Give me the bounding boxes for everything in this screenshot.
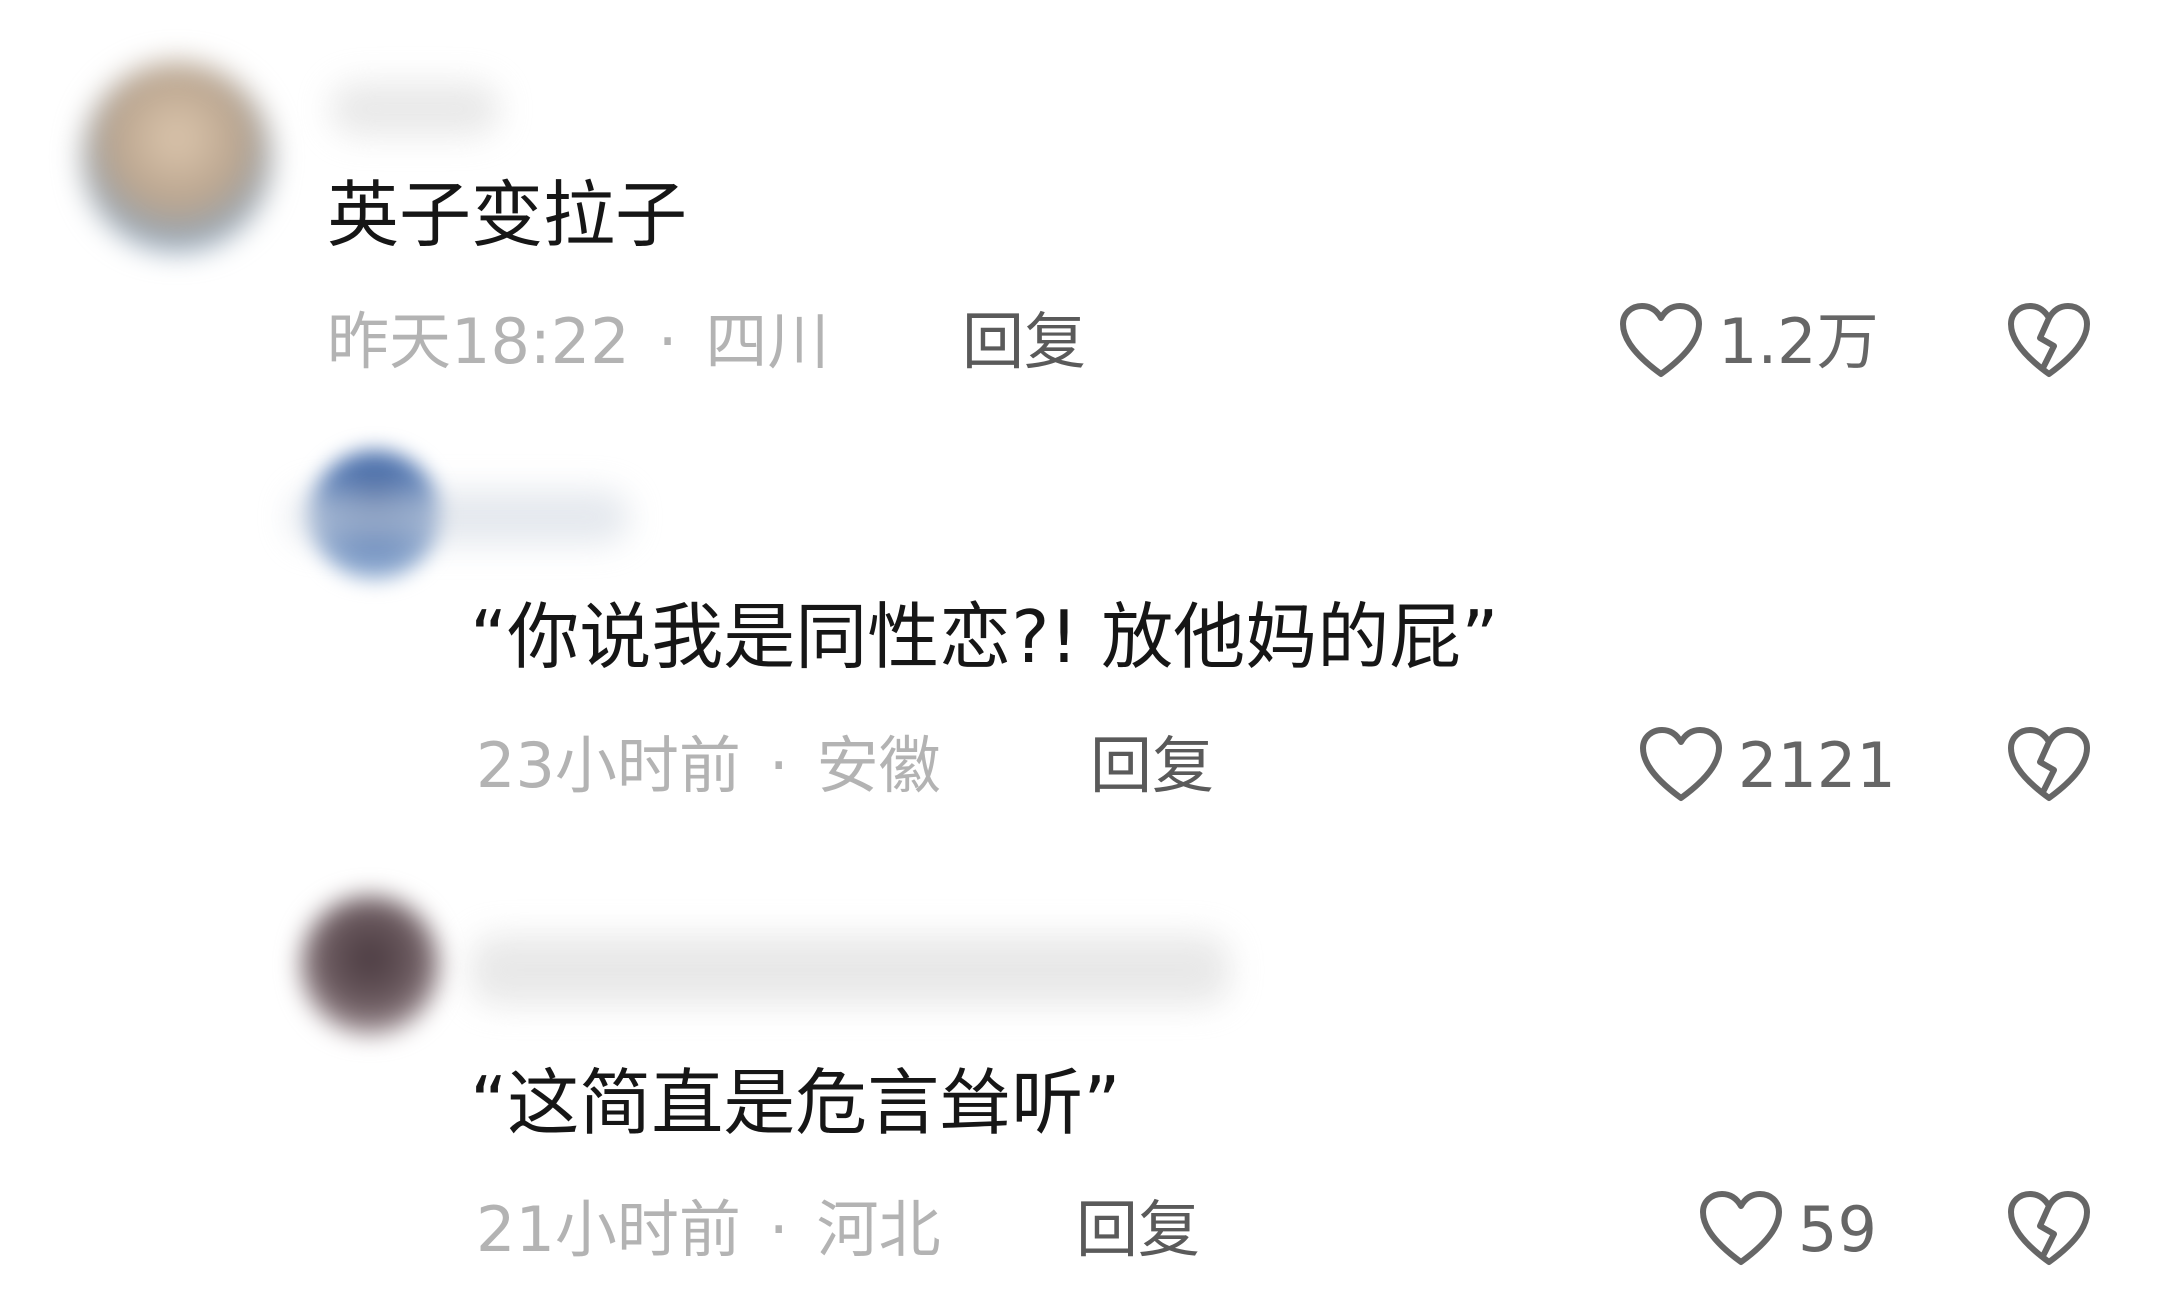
avatar[interactable] bbox=[300, 895, 440, 1035]
comment-location: 安徽 bbox=[816, 729, 941, 802]
comment-text: 英子变拉子 bbox=[327, 173, 688, 257]
comment-meta: 23小时前 · 安徽 bbox=[476, 726, 941, 806]
comment-time: 23小时前 bbox=[476, 729, 741, 802]
dislike-button[interactable] bbox=[2006, 302, 2092, 382]
dislike-button[interactable] bbox=[2006, 1190, 2092, 1270]
meta-separator: · bbox=[768, 1193, 789, 1266]
reply-button[interactable]: 回复 bbox=[1076, 1190, 1200, 1270]
heart-outline-icon bbox=[1638, 726, 1724, 806]
username-redacted bbox=[290, 490, 630, 544]
comment-time: 21小时前 bbox=[476, 1193, 741, 1266]
comment-meta: 昨天18:22 · 四川 bbox=[327, 302, 829, 382]
username-redacted bbox=[470, 935, 1230, 1005]
heart-outline-icon bbox=[1618, 302, 1704, 382]
broken-heart-icon bbox=[2006, 302, 2092, 382]
comment-item: 英子变拉子 昨天18:22 · 四川 回复 1.2万 bbox=[0, 0, 2160, 420]
comment-meta: 21小时前 · 河北 bbox=[476, 1190, 941, 1270]
like-button[interactable]: 59 bbox=[1698, 1190, 1877, 1270]
comment-time: 昨天18:22 bbox=[327, 305, 630, 378]
avatar[interactable] bbox=[82, 62, 272, 252]
meta-separator: · bbox=[657, 305, 678, 378]
like-button[interactable]: 1.2万 bbox=[1618, 302, 1879, 382]
comment-item: “你说我是同性恋?! 放他妈的屁” 23小时前 · 安徽 回复 2121 bbox=[0, 420, 2160, 850]
like-count: 1.2万 bbox=[1718, 305, 1879, 378]
comment-location: 四川 bbox=[705, 305, 830, 378]
comment-item: “这简直是危言耸听” 21小时前 · 河北 回复 59 bbox=[0, 850, 2160, 1307]
username-redacted bbox=[330, 82, 500, 136]
dislike-button[interactable] bbox=[2006, 726, 2092, 806]
broken-heart-icon bbox=[2006, 1190, 2092, 1270]
reply-button[interactable]: 回复 bbox=[962, 302, 1086, 382]
like-button[interactable]: 2121 bbox=[1638, 726, 1896, 806]
heart-outline-icon bbox=[1698, 1190, 1784, 1270]
like-count: 59 bbox=[1798, 1193, 1877, 1266]
comment-location: 河北 bbox=[816, 1193, 941, 1266]
comment-text: “你说我是同性恋?! 放他妈的屁” bbox=[470, 595, 1499, 679]
meta-separator: · bbox=[768, 729, 789, 802]
like-count: 2121 bbox=[1738, 729, 1896, 802]
broken-heart-icon bbox=[2006, 726, 2092, 806]
comment-text: “这简直是危言耸听” bbox=[470, 1061, 1121, 1145]
reply-button[interactable]: 回复 bbox=[1090, 726, 1214, 806]
